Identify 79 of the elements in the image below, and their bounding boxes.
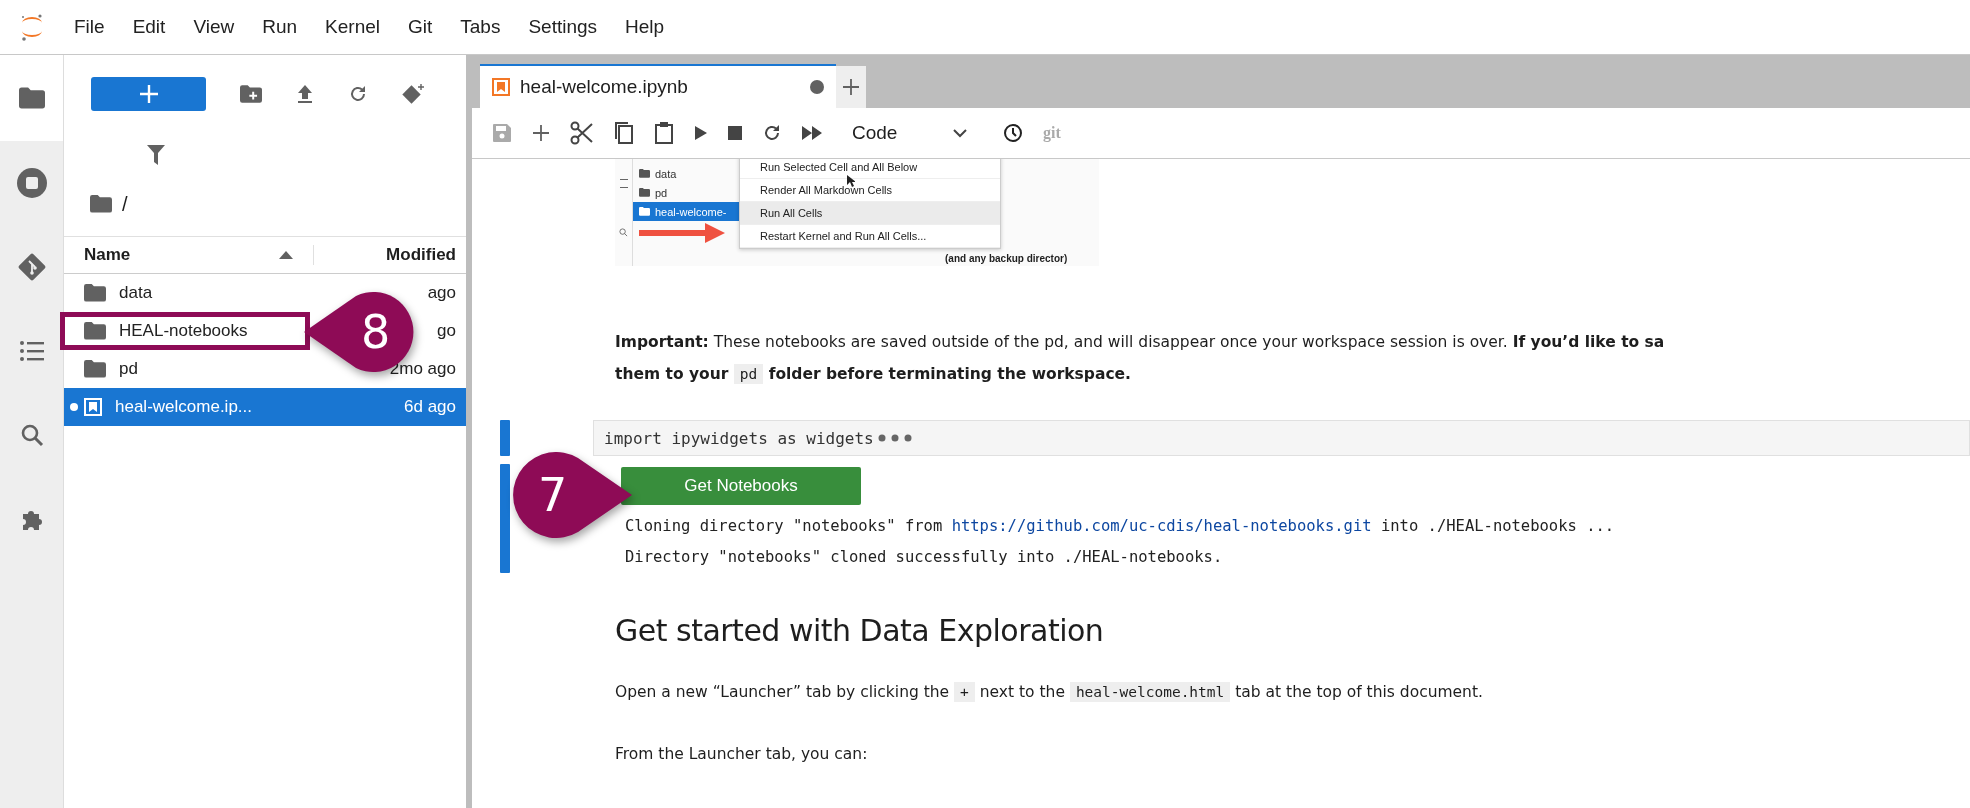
logo-icon[interactable] (20, 12, 44, 42)
notebook-icon (492, 78, 510, 96)
activity-tab[interactable] (0, 55, 63, 141)
git-clone-icon[interactable] (402, 83, 426, 105)
sort-ascending-icon (279, 251, 293, 259)
menu-item[interactable]: Git (394, 16, 447, 38)
refresh-icon[interactable] (348, 84, 368, 104)
new-folder-icon[interactable] (240, 85, 262, 103)
cursor-icon (847, 175, 855, 187)
menu-item[interactable]: Settings (514, 16, 612, 38)
folder-icon[interactable] (18, 87, 45, 109)
add-tab-button[interactable] (836, 66, 866, 108)
important-paragraph: them to your pd folder before terminating the workspace. (615, 363, 1132, 386)
file-name[interactable]: pd (119, 359, 138, 379)
output-line: Directory "notebooks" cloned successfully into ./HEAL-notebooks. (624, 547, 1224, 568)
fast-forward-icon[interactable] (802, 126, 822, 140)
copy-icon[interactable] (614, 121, 634, 145)
menu-item[interactable]: Help (611, 16, 679, 38)
notebook-icon (84, 398, 102, 416)
get-notebooks-button[interactable]: Get Notebooks (621, 467, 861, 505)
file-name[interactable]: HEAL-notebooks (119, 321, 248, 341)
folder-icon (84, 360, 106, 378)
file-name: data (655, 167, 677, 180)
plus-icon (137, 83, 160, 105)
output-line: Cloning directory "notebooks" from https://github.com/uc-cdis/heal-notebooks.git into ./HEAL-notebooks ... (624, 516, 1616, 537)
arrow-icon (639, 223, 725, 243)
plus-icon (842, 78, 860, 96)
scissors-icon[interactable] (570, 121, 594, 145)
menu-item[interactable]: Tabs (446, 16, 515, 38)
modified-time: go (437, 321, 457, 341)
list-icon[interactable] (18, 340, 45, 362)
modified-time: ago (427, 283, 457, 303)
tab-title: heal-welcome.ipynb (520, 76, 689, 98)
folder-icon (639, 169, 650, 178)
modified-column-header[interactable]: Modified (313, 245, 466, 265)
file-name: pd (655, 186, 668, 199)
ellipsis-icon[interactable] (877, 434, 912, 442)
code-cell[interactable]: import ipywidgets as widgets (593, 420, 1970, 456)
chevron-icon (953, 128, 967, 138)
section-heading: Get started with Data Exploration (615, 613, 1105, 648)
code-text: import ipywidgets as widgets (604, 428, 874, 448)
stop-icon[interactable] (15, 167, 48, 199)
restart-icon[interactable] (762, 123, 782, 143)
file-row[interactable]: heal-welcome.ip... 6d ago (64, 388, 466, 426)
body-paragraph: From the Launcher tab, you can: (615, 744, 869, 765)
cell-marker[interactable] (500, 464, 510, 573)
filter-icon[interactable] (147, 145, 165, 165)
screenshot-note: (and any backup director) (945, 253, 1068, 264)
upload-icon[interactable] (296, 84, 314, 104)
menu-item[interactable]: File (60, 16, 119, 38)
notebook-tab[interactable]: heal-welcome.ipynb (480, 64, 836, 108)
menu-item[interactable]: Kernel (311, 16, 394, 38)
file-name[interactable]: heal-welcome.ip... (115, 397, 252, 417)
folder-icon (639, 207, 650, 216)
file-name[interactable]: data (119, 283, 153, 303)
repo-link[interactable]: https://github.com/uc-cdis/heal-notebooks.git (951, 517, 1372, 535)
clipboard-icon[interactable] (654, 121, 674, 145)
name-column-header[interactable]: Name (64, 245, 279, 265)
modified-time: 6d ago (404, 397, 457, 417)
search-icon (619, 228, 628, 237)
plus-icon[interactable] (532, 124, 550, 142)
cell-marker[interactable] (500, 420, 510, 456)
cell-type-dropdown[interactable]: Code (852, 122, 967, 144)
list-icon (619, 179, 628, 188)
menu-item[interactable]: Edit (118, 16, 180, 38)
search-icon[interactable] (19, 423, 44, 447)
play-icon[interactable] (694, 125, 708, 141)
body-paragraph: Open a new “Launcher” tab by clicking the + next to the heal-welcome.html tab at the top of this document. (615, 681, 1484, 704)
important-paragraph: Important: These notebooks are saved outside of the pd, and will disappear once your workspace session is over. If you’d like to sa (615, 332, 1666, 353)
breadcrumb-path[interactable]: / (122, 192, 128, 216)
folder-icon (84, 322, 106, 340)
menu-item[interactable]: Run (248, 16, 312, 38)
file-name: heal-welcome- (655, 205, 727, 218)
folder-icon (639, 188, 650, 197)
folder-icon (84, 284, 106, 302)
folder-icon (90, 195, 112, 213)
unsaved-dot-icon[interactable] (810, 80, 824, 94)
clock-icon[interactable] (1003, 123, 1023, 143)
menu-item[interactable]: View (179, 16, 249, 38)
